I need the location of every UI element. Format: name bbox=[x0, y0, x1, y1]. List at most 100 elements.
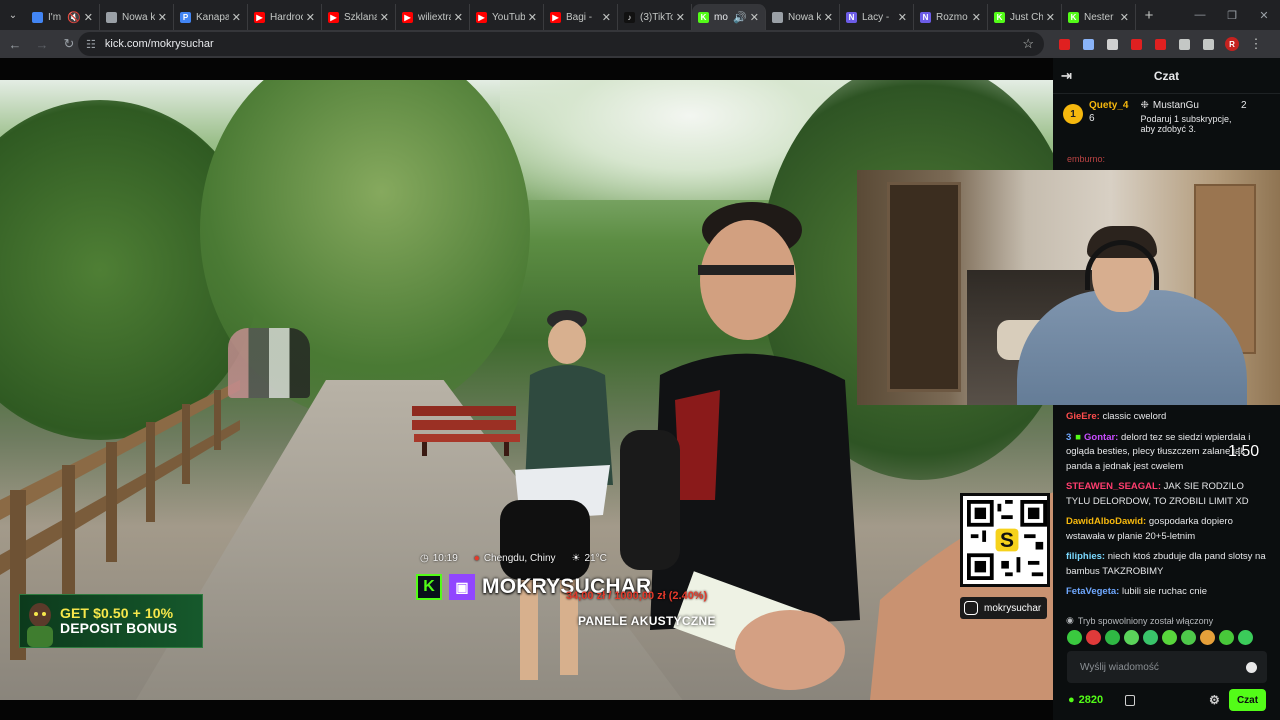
tab-2[interactable]: P Kanapa ✕ bbox=[174, 4, 248, 30]
rewards-icon[interactable] bbox=[1125, 694, 1135, 706]
back-icon[interactable]: ← bbox=[3, 32, 27, 56]
mascot-icon bbox=[20, 595, 60, 647]
tab-4[interactable]: ▶ Szklana ✕ bbox=[322, 4, 396, 30]
close-tab-icon[interactable]: ✕ bbox=[898, 11, 907, 24]
tab-title: Szklana bbox=[344, 11, 377, 23]
new-tab-button[interactable]: + bbox=[1136, 2, 1162, 28]
channel-points[interactable]: ● 2820 bbox=[1068, 694, 1103, 706]
chat-username[interactable]: FetaVegeta: bbox=[1066, 586, 1119, 597]
emote-icon[interactable] bbox=[1181, 630, 1196, 645]
points-icon: ● bbox=[1068, 694, 1075, 706]
emote-icon[interactable] bbox=[1105, 630, 1120, 645]
emote-icon[interactable] bbox=[1086, 630, 1101, 645]
second-gifter-name[interactable]: MustanGu bbox=[1153, 100, 1199, 111]
kick-badge-icon: ■ bbox=[1075, 431, 1082, 443]
emote-icon[interactable] bbox=[1219, 630, 1234, 645]
tab-10[interactable]: Nowa k ✕ bbox=[766, 4, 840, 30]
muted-icon[interactable]: 🔇 bbox=[67, 11, 81, 24]
tab-strip: ⌄ I'm🔇✕Nowa k✕PKanapa✕▶Hardrock✕▶Szklana… bbox=[0, 0, 1280, 30]
emote-icon[interactable] bbox=[1162, 630, 1177, 645]
audio-playing-icon[interactable]: 🔊 bbox=[733, 11, 747, 24]
red-ext-icon[interactable] bbox=[1124, 32, 1148, 56]
stream-info-bar: ◷ 10:19 ● Chengdu, Chiny ☀ 21°C bbox=[420, 553, 607, 564]
badge-ext-icon[interactable] bbox=[1148, 32, 1172, 56]
bookmark-star-icon[interactable]: ☆ bbox=[1022, 36, 1034, 52]
chat-header: ⇥ Czat bbox=[1053, 58, 1280, 94]
kick-icon: K bbox=[994, 11, 1005, 23]
emoji-picker-icon[interactable] bbox=[1246, 661, 1257, 673]
tab-14[interactable]: K Nester ✕ bbox=[1062, 4, 1136, 30]
mask-ext-icon[interactable] bbox=[1100, 32, 1124, 56]
tab-title: Kanapa bbox=[196, 11, 229, 23]
emote-icon[interactable] bbox=[1238, 630, 1253, 645]
close-tab-icon[interactable]: ✕ bbox=[380, 11, 389, 24]
translate-ext-icon[interactable] bbox=[1076, 32, 1100, 56]
temperature-text: 21°C bbox=[584, 553, 607, 564]
chat-username[interactable]: filiphies: bbox=[1066, 551, 1105, 562]
collapse-chat-icon[interactable]: ⇥ bbox=[1061, 68, 1072, 84]
close-tab-icon[interactable]: ✕ bbox=[676, 11, 685, 24]
close-tab-icon[interactable]: ✕ bbox=[232, 11, 241, 24]
youtube-icon: ▶ bbox=[476, 11, 487, 23]
tab-5[interactable]: ▶ wiliextra ✕ bbox=[396, 4, 470, 30]
address-bar[interactable]: ☷ kick.com/mokrysuchar ☆ bbox=[78, 32, 1044, 56]
promo-line-2: DEPOSIT BONUS bbox=[60, 620, 178, 636]
close-window-icon[interactable]: ✕ bbox=[1248, 0, 1280, 30]
restore-icon[interactable]: ❐ bbox=[1216, 0, 1248, 30]
close-tab-icon[interactable]: ✕ bbox=[602, 11, 611, 24]
tab-13[interactable]: K Just Ch ✕ bbox=[988, 4, 1062, 30]
puzzle-icon[interactable] bbox=[1172, 32, 1196, 56]
media-queue-icon[interactable] bbox=[1196, 32, 1220, 56]
profile-avatar[interactable]: R bbox=[1220, 32, 1244, 56]
location-pin-icon: ● bbox=[473, 553, 480, 564]
tab-6[interactable]: ▶ YouTube✕ bbox=[470, 4, 544, 30]
chat-username[interactable]: Gontar: bbox=[1084, 432, 1118, 443]
close-tab-icon[interactable]: ✕ bbox=[972, 11, 981, 24]
tab-8[interactable]: ♪ (3)TikTok✕ bbox=[618, 4, 692, 30]
tab-7[interactable]: ▶ Bagi - ✕ bbox=[544, 4, 618, 30]
chat-username[interactable]: GieEre: bbox=[1066, 411, 1100, 422]
close-tab-icon[interactable]: ✕ bbox=[158, 11, 167, 24]
tab-9[interactable]: Kmo 🔊 ✕ bbox=[692, 4, 766, 30]
chat-username[interactable]: STEAWEN_SEAGAL: bbox=[1066, 481, 1161, 492]
emote-icon[interactable] bbox=[1143, 630, 1158, 645]
tab-3[interactable]: ▶ Hardrock✕ bbox=[248, 4, 322, 30]
close-tab-icon[interactable]: ✕ bbox=[84, 11, 93, 24]
site-info-icon[interactable]: ☷ bbox=[86, 38, 96, 51]
youtube-icon: ▶ bbox=[402, 11, 413, 23]
emote-icon[interactable] bbox=[1067, 630, 1082, 645]
chat-username[interactable]: DawidAlboDawid: bbox=[1066, 516, 1146, 527]
close-tab-icon[interactable]: ✕ bbox=[824, 11, 833, 24]
emote-icon[interactable] bbox=[1124, 630, 1139, 645]
tab-search-icon[interactable]: ⌄ bbox=[0, 0, 26, 30]
emote-icon[interactable] bbox=[1200, 630, 1215, 645]
tab-12[interactable]: N Rozmo ✕ bbox=[914, 4, 988, 30]
youtube-ext-icon[interactable] bbox=[1052, 32, 1076, 56]
chat-title: Czat bbox=[1153, 68, 1180, 83]
browser-menu-icon[interactable]: ⋮ bbox=[1244, 32, 1268, 56]
chat-message-input[interactable]: Wyślij wiadomość bbox=[1067, 651, 1267, 683]
forward-icon[interactable]: → bbox=[30, 32, 54, 56]
slow-mode-notice: ◉ Tryb spowolniony został włączony bbox=[1066, 615, 1213, 626]
webcam-overlay bbox=[857, 170, 1280, 405]
chat-message: STEAWEN_SEAGAL: JAK SIE RODZILO TYLU DEL… bbox=[1066, 480, 1268, 509]
tab-title: YouTube bbox=[492, 11, 525, 23]
close-tab-icon[interactable]: ✕ bbox=[528, 11, 537, 24]
close-tab-icon[interactable]: ✕ bbox=[454, 11, 463, 24]
gift-sub-prompt[interactable]: Podaruj 1 subskrypcje, aby zdobyć 3. bbox=[1140, 114, 1240, 134]
tab-0[interactable]: I'm 🔇 ✕ bbox=[26, 4, 100, 30]
minimize-icon[interactable]: — bbox=[1184, 0, 1216, 30]
promo-line-1: GET $0.50 + 10% bbox=[60, 605, 174, 621]
chat-settings-icon[interactable]: ⚙ bbox=[1209, 693, 1220, 707]
casino-promo-banner[interactable]: GET $0.50 + 10% DEPOSIT BONUS bbox=[19, 594, 203, 648]
close-tab-icon[interactable]: ✕ bbox=[1046, 11, 1055, 24]
tab-11[interactable]: N Lacy - ✕ bbox=[840, 4, 914, 30]
close-tab-icon[interactable]: ✕ bbox=[750, 11, 759, 24]
top-gifter-name[interactable]: Quety_4 bbox=[1089, 100, 1128, 111]
tab-title: Rozmo bbox=[936, 11, 968, 23]
send-chat-button[interactable]: Czat bbox=[1229, 689, 1266, 711]
close-tab-icon[interactable]: ✕ bbox=[1120, 11, 1129, 24]
sub-gifter-leaderboard: 1 Quety_4 6 ❉ MustanGu 2 Podaruj 1 subsk… bbox=[1053, 94, 1280, 154]
tab-1[interactable]: Nowa k ✕ bbox=[100, 4, 174, 30]
close-tab-icon[interactable]: ✕ bbox=[306, 11, 315, 24]
